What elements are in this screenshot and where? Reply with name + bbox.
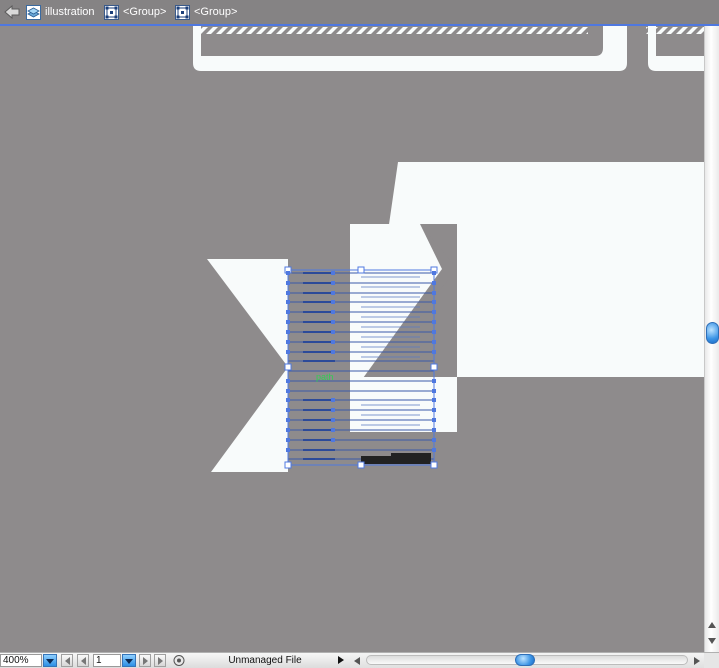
scroll-left-arrow-icon[interactable] xyxy=(354,657,360,665)
artboard-number-field[interactable]: 1 xyxy=(93,654,121,667)
vertical-scroll-thumb[interactable] xyxy=(706,322,719,344)
breadcrumb-label: <Group> xyxy=(194,6,238,18)
group-icon xyxy=(175,4,190,20)
middle-panel xyxy=(340,224,457,448)
breadcrumb-item-illustration[interactable]: illustration xyxy=(26,4,95,20)
status-menu-arrow-icon[interactable] xyxy=(337,654,345,667)
last-artboard-button[interactable] xyxy=(154,654,166,667)
status-text[interactable]: Unmanaged File xyxy=(190,654,340,667)
vertical-scrollbar[interactable] xyxy=(704,26,719,652)
group-icon xyxy=(104,4,119,20)
zoom-level-field[interactable]: 400% xyxy=(0,654,42,667)
breadcrumb: illustration <Group> <Group> xyxy=(0,0,719,26)
top-frame-shapes xyxy=(193,26,704,71)
zoom-dropdown-button[interactable] xyxy=(43,654,57,667)
scroll-right-arrow-icon[interactable] xyxy=(694,657,700,665)
breadcrumb-label: illustration xyxy=(45,6,95,18)
scroll-up-arrow-icon[interactable] xyxy=(708,622,716,628)
scrollbar-corner xyxy=(704,652,719,668)
first-artboard-button[interactable] xyxy=(61,654,73,667)
breadcrumb-item-group-1[interactable]: <Group> xyxy=(104,4,166,20)
next-artboard-button[interactable] xyxy=(139,654,151,667)
scroll-down-arrow-icon[interactable] xyxy=(708,638,716,644)
artwork: path xyxy=(193,26,704,472)
previous-artboard-button[interactable] xyxy=(77,654,89,667)
version-cue-icon[interactable] xyxy=(172,654,186,667)
arrow-shape-left xyxy=(207,259,288,472)
horizontal-scroll-thumb[interactable] xyxy=(515,654,535,666)
breadcrumb-label: <Group> xyxy=(123,6,167,18)
smart-guide-path-label: path xyxy=(316,372,334,382)
layer-icon xyxy=(26,4,41,20)
horizontal-scrollbar[interactable] xyxy=(350,652,704,668)
artboard-dropdown-button[interactable] xyxy=(122,654,136,667)
breadcrumb-item-group-2[interactable]: <Group> xyxy=(175,4,237,20)
back-arrow-icon[interactable] xyxy=(4,5,20,19)
artboard-canvas[interactable]: path xyxy=(0,26,704,652)
